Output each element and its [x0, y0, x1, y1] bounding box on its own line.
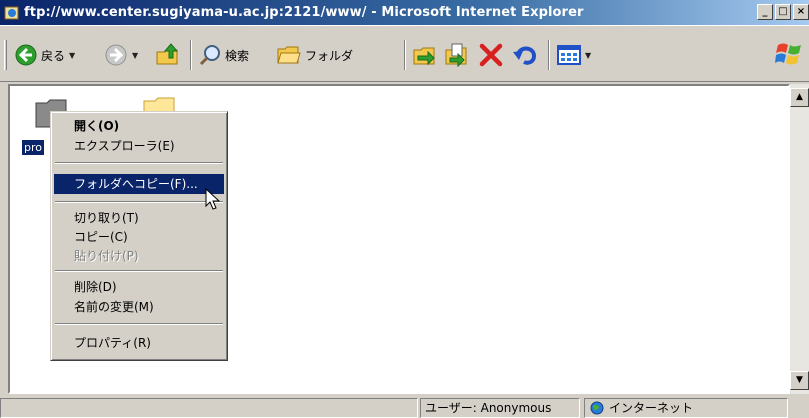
forward-arrow-icon [105, 44, 127, 66]
standard-toolbar: 戻る ▼ ▼ 検索 フォルダ ▼ [0, 25, 809, 82]
internet-globe-icon [590, 401, 604, 415]
menu-item-rename[interactable]: 名前の変更(M) [54, 297, 224, 317]
menu-item-copy-to-folder[interactable]: フォルダへコピー(F)... [54, 174, 224, 194]
menu-item-cut[interactable]: 切り取り(T) [54, 208, 224, 228]
toolbar-grip[interactable] [4, 40, 7, 70]
folders-icon [277, 46, 301, 64]
forward-button[interactable]: ▼ [104, 40, 138, 70]
menu-separator [55, 162, 223, 164]
status-pane-main [0, 398, 418, 418]
views-icon [557, 45, 581, 65]
close-button[interactable]: × [793, 4, 809, 20]
minimize-button[interactable]: _ [757, 4, 773, 20]
mouse-cursor-icon [205, 188, 221, 210]
copy-to-icon [445, 43, 467, 68]
scroll-down-button[interactable]: ▼ [790, 371, 809, 390]
window-controls: _ □ × [757, 4, 809, 20]
menu-separator [55, 270, 223, 272]
views-dropdown-icon[interactable]: ▼ [585, 51, 591, 60]
folders-label: フォルダ [305, 48, 354, 63]
back-arrow-icon [15, 44, 37, 66]
search-button[interactable]: 検索 [198, 40, 249, 70]
up-button[interactable] [155, 40, 181, 70]
menu-item-copy[interactable]: コピー(C) [54, 227, 224, 247]
vertical-scrollbar[interactable]: ▲ ▼ [790, 84, 809, 394]
maximize-button[interactable]: □ [775, 4, 791, 20]
menu-item-open[interactable]: 開く(O) [54, 116, 224, 136]
folders-button[interactable]: フォルダ [276, 40, 353, 70]
copy-to-button[interactable] [444, 40, 470, 70]
menu-separator [55, 201, 223, 203]
status-user: ユーザー: Anonymous [420, 398, 580, 418]
back-dropdown-icon[interactable]: ▼ [69, 51, 75, 60]
menu-item-explore[interactable]: エクスプローラ(E) [54, 136, 224, 156]
move-to-icon [413, 47, 435, 66]
ie-page-icon [4, 6, 19, 19]
menu-separator [55, 323, 223, 325]
views-button[interactable]: ▼ [557, 40, 591, 70]
file-name-label[interactable]: pro [22, 140, 44, 155]
delete-icon [479, 43, 503, 67]
move-to-button[interactable] [412, 40, 438, 70]
scroll-up-button[interactable]: ▲ [790, 88, 809, 107]
title-bar: ftp://www.center.sugiyama-u.ac.jp:2121/w… [0, 0, 809, 25]
toolbar-separator [404, 40, 406, 70]
windows-logo-icon [775, 43, 801, 65]
resize-grip[interactable] [795, 402, 807, 414]
menu-item-properties[interactable]: プロパティ(R) [54, 333, 224, 353]
up-folder-icon [156, 43, 179, 65]
toolbar-separator [548, 40, 550, 70]
back-label: 戻る [41, 48, 66, 63]
forward-dropdown-icon[interactable]: ▼ [132, 51, 138, 60]
menu-item-delete[interactable]: 削除(D) [54, 277, 224, 297]
menu-item-paste: 貼り付け(P) [74, 249, 139, 263]
status-zone: インターネット [584, 398, 788, 418]
status-bar: ユーザー: Anonymous インターネット [0, 396, 809, 418]
context-menu: 開く(O) エクスプローラ(E) フォルダへコピー(F)... 切り取り(T) … [50, 111, 228, 361]
search-label: 検索 [225, 48, 250, 63]
back-button[interactable]: 戻る ▼ [14, 40, 75, 70]
window-title: ftp://www.center.sugiyama-u.ac.jp:2121/w… [24, 5, 584, 20]
delete-button[interactable] [478, 40, 504, 70]
status-zone-label: インターネット [609, 401, 694, 415]
search-icon [199, 45, 220, 66]
undo-icon [513, 46, 537, 65]
undo-button[interactable] [512, 40, 538, 70]
toolbar-separator [190, 40, 192, 70]
